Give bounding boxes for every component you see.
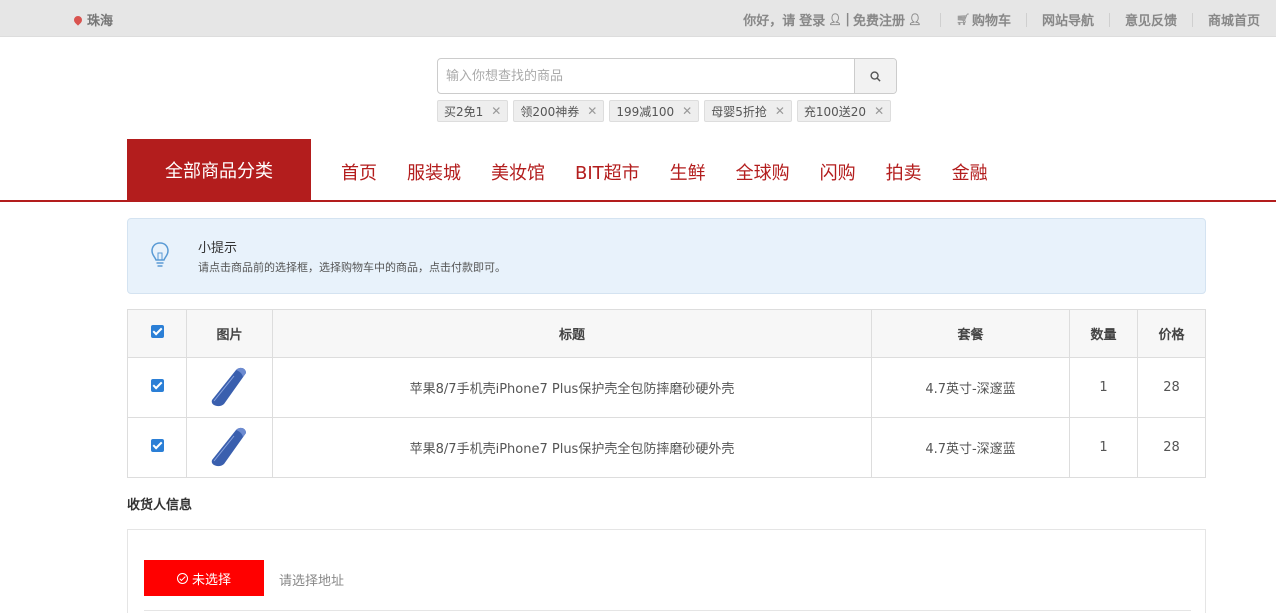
hot-tag[interactable]: 买2免1 ✕ (437, 100, 509, 122)
divider (1191, 12, 1193, 27)
account-links: 你好，请 登录 👤︎ | 免费注册 👤︎ (743, 10, 925, 29)
location-pin-icon (72, 13, 84, 26)
nav-item-global[interactable]: 全球购 (736, 159, 790, 185)
hot-tag[interactable]: 充100送20 ✕ (796, 100, 892, 122)
divider (1108, 12, 1110, 27)
product-thumbnail[interactable] (210, 424, 250, 468)
login-link[interactable]: 登录 (799, 10, 825, 29)
cart-label: 购物车 (971, 14, 1011, 29)
select-address-label: 未选择 (191, 572, 231, 588)
location-label: 珠海 (87, 14, 114, 29)
divider (1025, 12, 1027, 27)
column-header-price: 价格 (1137, 309, 1206, 358)
consignee-title: 收货人信息 (127, 498, 193, 513)
location-selector[interactable]: 珠海 (72, 10, 114, 29)
nav-item-beauty[interactable]: 美妆馆 (491, 159, 545, 185)
table-row: 苹果8/7手机壳iPhone7 Plus保护壳全包防摔磨砂硬外壳 4.7英寸-深… (127, 417, 1206, 478)
check-circle-icon (176, 572, 188, 584)
product-price: 28 (1137, 417, 1206, 478)
divider (939, 12, 941, 27)
nav-links: 首页 服装城 美妆馆 BIT超市 生鲜 全球购 闪购 拍卖 金融 (341, 159, 1018, 185)
column-header-title: 标题 (272, 309, 872, 358)
nav-item-auction[interactable]: 拍卖 (886, 159, 922, 185)
product-spec: 4.7英寸-深邃蓝 (871, 357, 1070, 418)
hot-tag-label: 领200神券 (520, 104, 580, 119)
hot-tag-label: 199减100 (616, 104, 675, 119)
row-select-cell (127, 417, 187, 478)
close-icon[interactable]: ✕ (587, 104, 597, 118)
product-title[interactable]: 苹果8/7手机壳iPhone7 Plus保护壳全包防摔磨砂硬外壳 (272, 357, 872, 418)
hot-tag-label: 买2免1 (444, 104, 484, 119)
hot-tag-label: 母婴5折抢 (711, 104, 767, 119)
search-button[interactable] (854, 59, 896, 93)
register-link[interactable]: 免费注册 (853, 10, 905, 29)
product-qty: 1 (1069, 417, 1138, 478)
close-icon[interactable]: ✕ (775, 104, 785, 118)
product-spec: 4.7英寸-深邃蓝 (871, 417, 1070, 478)
hot-tag[interactable]: 母婴5折抢 ✕ (704, 100, 792, 122)
top-bar: 珠海 你好，请 登录 👤︎ | 免费注册 👤︎ 🛒︎ 购物车 网站导航 意见反馈… (0, 0, 1276, 37)
search-box (437, 58, 897, 94)
nav-item-supermarket[interactable]: BIT超市 (575, 159, 640, 185)
column-header-image: 图片 (186, 309, 273, 358)
row-checkbox[interactable] (150, 379, 164, 392)
close-icon[interactable]: ✕ (682, 104, 692, 118)
nav-item-home[interactable]: 首页 (341, 159, 377, 185)
user-icon: 👤︎ (828, 13, 843, 26)
address-hint: 请选择地址 (279, 574, 345, 589)
hot-tag[interactable]: 领200神券 ✕ (513, 100, 605, 122)
select-all-cell (127, 309, 187, 358)
site-nav-link[interactable]: 网站导航 (1042, 10, 1094, 29)
product-price: 28 (1137, 357, 1206, 418)
product-image-cell (186, 357, 273, 418)
tip-text: 请点击商品前的选择框，选择购物车中的商品，点击付款即可。 (198, 261, 506, 274)
product-thumbnail[interactable] (210, 364, 250, 408)
select-address-button[interactable]: 未选择 (144, 560, 264, 596)
close-icon[interactable]: ✕ (874, 104, 884, 118)
top-links: 你好，请 登录 👤︎ | 免费注册 👤︎ 🛒︎ 购物车 网站导航 意见反馈 商城… (743, 10, 1260, 29)
nav-item-fresh[interactable]: 生鲜 (670, 159, 706, 185)
row-select-cell (127, 357, 187, 418)
hot-tags: 买2免1 ✕ 领200神券 ✕ 199减100 ✕ 母婴5折抢 ✕ 充100送20 ✕ (437, 100, 896, 122)
feedback-link[interactable]: 意见反馈 (1125, 10, 1177, 29)
main-nav: 全部商品分类 首页 服装城 美妆馆 BIT超市 生鲜 全球购 闪购 拍卖 金融 (0, 139, 1276, 202)
search-icon (870, 70, 881, 82)
cart-icon: 🛒︎ (955, 13, 970, 26)
select-all-checkbox[interactable] (150, 325, 164, 338)
user-add-icon: 👤︎ (908, 13, 922, 26)
divider-text: | (845, 12, 850, 27)
table-row: 苹果8/7手机壳iPhone7 Plus保护壳全包防摔磨砂硬外壳 4.7英寸-深… (127, 357, 1206, 418)
home-link[interactable]: 商城首页 (1208, 10, 1260, 29)
product-title[interactable]: 苹果8/7手机壳iPhone7 Plus保护壳全包防摔磨砂硬外壳 (272, 417, 872, 478)
address-box: 未选择 请选择地址 (127, 529, 1206, 613)
cart-table: 图片 标题 套餐 数量 价格 苹果8/7手机壳iPhone7 Plus保护壳全包… (127, 309, 1206, 478)
search-input[interactable] (438, 59, 854, 93)
lightbulb-icon (151, 242, 169, 267)
nav-item-clothing[interactable]: 服装城 (407, 159, 461, 185)
column-header-qty: 数量 (1069, 309, 1138, 358)
close-icon[interactable]: ✕ (491, 104, 501, 118)
row-checkbox[interactable] (150, 439, 164, 452)
nav-item-flash-sale[interactable]: 闪购 (820, 159, 856, 185)
column-header-spec: 套餐 (871, 309, 1070, 358)
greeting-text: 你好，请 (743, 14, 796, 29)
tip-box: 小提示 请点击商品前的选择框，选择购物车中的商品，点击付款即可。 (127, 218, 1206, 294)
product-image-cell (186, 417, 273, 478)
nav-item-finance[interactable]: 金融 (952, 159, 988, 185)
table-header-row: 图片 标题 套餐 数量 价格 (127, 309, 1206, 358)
cart-link[interactable]: 🛒︎ 购物车 (956, 10, 1011, 29)
divider (144, 610, 1191, 611)
product-qty: 1 (1069, 357, 1138, 418)
hot-tag-label: 充100送20 (803, 104, 867, 119)
tip-title: 小提示 (198, 241, 238, 256)
all-categories-button[interactable]: 全部商品分类 (127, 139, 311, 201)
hot-tag[interactable]: 199减100 ✕ (609, 100, 700, 122)
